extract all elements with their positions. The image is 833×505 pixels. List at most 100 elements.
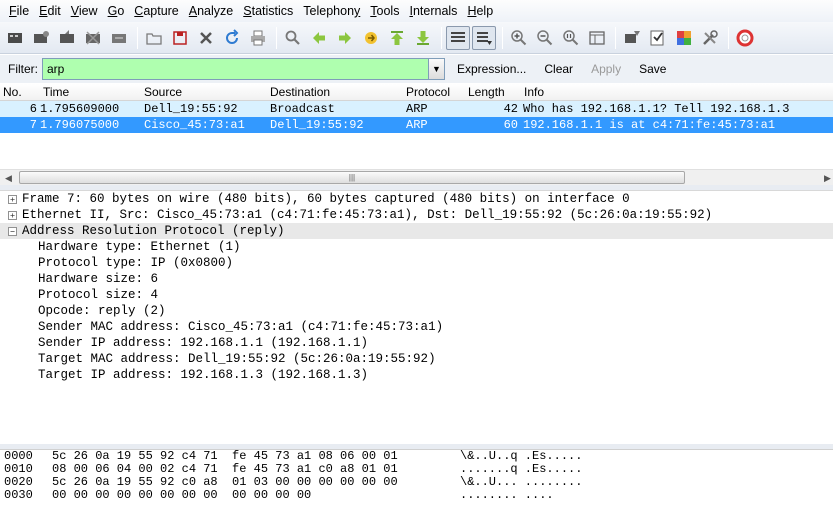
capture-options-button[interactable]	[29, 26, 53, 50]
colorize-button[interactable]	[446, 25, 470, 50]
column-header-protocol[interactable]: Protocol	[403, 84, 465, 100]
toolbar-separator	[276, 26, 277, 49]
auto-scroll-button[interactable]	[472, 25, 496, 50]
zoom-out-button[interactable]	[533, 26, 557, 50]
column-header-length[interactable]: Length	[465, 84, 521, 100]
scroll-left-icon[interactable]: ◀	[5, 173, 12, 184]
clear-button[interactable]: Clear	[538, 62, 579, 76]
tree-node-ethernet[interactable]: + Ethernet II, Src: Cisco_45:73:a1 (c4:7…	[0, 207, 833, 223]
expand-plus-icon[interactable]: +	[8, 210, 17, 220]
arp-field[interactable]: Protocol type: IP (0x0800)	[0, 255, 833, 271]
go-forward-button[interactable]	[333, 26, 357, 50]
hex-bytes: 00 00 00 00 00 00 00 00 00 00 00 00	[52, 488, 312, 502]
menu-item[interactable]: Statistics	[238, 0, 298, 22]
go-back-button[interactable]	[307, 26, 331, 50]
column-header-no[interactable]: No.	[0, 84, 40, 100]
resize-columns-button[interactable]	[585, 26, 609, 50]
menu-item[interactable]: File	[4, 0, 34, 22]
hex-ascii: ........ ....	[460, 488, 554, 502]
menu-item[interactable]: Internals	[404, 0, 462, 22]
tree-node-label: Ethernet II, Src: Cisco_45:73:a1 (c4:71:…	[22, 208, 713, 222]
packet-details-pane: + Frame 7: 60 bytes on wire (480 bits), …	[0, 190, 833, 444]
display-filters-button[interactable]	[646, 26, 670, 50]
apply-button[interactable]: Apply	[585, 62, 627, 76]
menu-item[interactable]: Capture	[129, 0, 183, 22]
lifebuoy-icon	[736, 29, 754, 46]
packet-list-hscrollbar[interactable]: ◀ ||| ▶	[0, 169, 833, 185]
help-button[interactable]	[733, 26, 757, 50]
expand-plus-icon[interactable]: +	[8, 194, 17, 204]
hex-row[interactable]: 0030 00 00 00 00 00 00 00 00 00 00 00 00…	[0, 489, 833, 502]
toolbar-separator	[502, 26, 503, 49]
arp-field[interactable]: Target MAC address: Dell_19:55:92 (5c:26…	[0, 351, 833, 367]
interface-list-icon	[8, 32, 22, 43]
save-file-button[interactable]	[168, 26, 192, 50]
find-packet-button[interactable]	[281, 26, 305, 50]
scrollbar-thumb[interactable]: |||	[19, 171, 685, 184]
capture-filter-icon	[625, 30, 640, 43]
expression-button[interactable]: Expression...	[451, 62, 532, 76]
save-icon	[173, 30, 187, 45]
restart-capture-button[interactable]	[107, 26, 131, 50]
arrow-left-icon	[313, 31, 325, 44]
column-header-time[interactable]: Time	[40, 84, 141, 100]
stop-capture-button[interactable]	[81, 26, 105, 50]
zoom-in-button[interactable]	[507, 26, 531, 50]
menu-item[interactable]: Go	[103, 0, 130, 22]
toolbar-separator	[137, 26, 138, 49]
packet-no: 7	[29, 118, 37, 132]
print-button[interactable]	[246, 26, 270, 50]
arrow-right-icon	[339, 31, 351, 44]
arp-field[interactable]: Target IP address: 192.168.1.3 (192.168.…	[0, 367, 833, 383]
arp-field[interactable]: Hardware size: 6	[0, 271, 833, 287]
arrow-bottom-icon	[417, 30, 429, 45]
menu-item[interactable]: View	[66, 0, 103, 22]
capture-options-icon	[34, 30, 49, 43]
close-file-button[interactable]	[194, 26, 218, 50]
packet-bytes-pane: 0000 5c 26 0a 19 55 92 c4 71 fe 45 73 a1…	[0, 449, 833, 505]
interfaces-button[interactable]	[3, 26, 27, 50]
reload-icon	[226, 28, 239, 44]
scroll-right-icon[interactable]: ▶	[824, 173, 831, 184]
shark-fin-icon	[60, 29, 74, 43]
open-file-button[interactable]	[142, 26, 166, 50]
last-packet-button[interactable]	[411, 26, 435, 50]
first-packet-button[interactable]	[385, 26, 409, 50]
filter-input[interactable]: arp	[42, 58, 429, 80]
zoom-out-icon	[537, 29, 553, 45]
arp-field[interactable]: Hardware type: Ethernet (1)	[0, 239, 833, 255]
preferences-button[interactable]	[698, 26, 722, 50]
packet-row-selected[interactable]: 7 1.796075000 Cisco_45:73:a1 Dell_19:55:…	[0, 117, 833, 133]
packet-destination: Dell_19:55:92	[270, 118, 364, 132]
go-to-packet-button[interactable]	[359, 26, 383, 50]
packet-protocol: ARP	[406, 102, 428, 116]
packet-row[interactable]: 6 1.795609000 Dell_19:55:92 Broadcast AR…	[0, 101, 833, 117]
arp-field[interactable]: Protocol size: 4	[0, 287, 833, 303]
resize-columns-icon	[589, 30, 605, 45]
tree-node-frame[interactable]: + Frame 7: 60 bytes on wire (480 bits), …	[0, 191, 833, 207]
arp-field[interactable]: Opcode: reply (2)	[0, 303, 833, 319]
menu-item[interactable]: Help	[462, 0, 498, 22]
arp-field[interactable]: Sender IP address: 192.168.1.1 (192.168.…	[0, 335, 833, 351]
filter-label: Filter:	[8, 62, 38, 76]
column-header-info[interactable]: Info	[521, 84, 833, 100]
capture-filters-button[interactable]	[620, 26, 644, 50]
menu-item[interactable]: Telephony	[298, 0, 365, 22]
menu-item[interactable]: Tools	[365, 0, 404, 22]
filter-history-dropdown[interactable]: ▼	[429, 58, 445, 80]
tree-node-arp[interactable]: − Address Resolution Protocol (reply)	[0, 223, 833, 239]
save-filter-button[interactable]: Save	[633, 62, 672, 76]
menu-item[interactable]: Edit	[34, 0, 66, 22]
collapse-minus-icon[interactable]: −	[8, 226, 17, 236]
menu-item[interactable]: Analyze	[184, 0, 238, 22]
reload-button[interactable]	[220, 26, 244, 50]
start-capture-button[interactable]	[55, 26, 79, 50]
coloring-rules-button[interactable]	[672, 26, 696, 50]
column-header-source[interactable]: Source	[141, 84, 267, 100]
restart-capture-icon	[112, 33, 126, 43]
arrow-top-icon	[391, 30, 403, 45]
column-header-destination[interactable]: Destination	[267, 84, 403, 100]
auto-scroll-icon	[477, 31, 492, 45]
arp-field[interactable]: Sender MAC address: Cisco_45:73:a1 (c4:7…	[0, 319, 833, 335]
normal-size-button[interactable]	[559, 26, 583, 50]
